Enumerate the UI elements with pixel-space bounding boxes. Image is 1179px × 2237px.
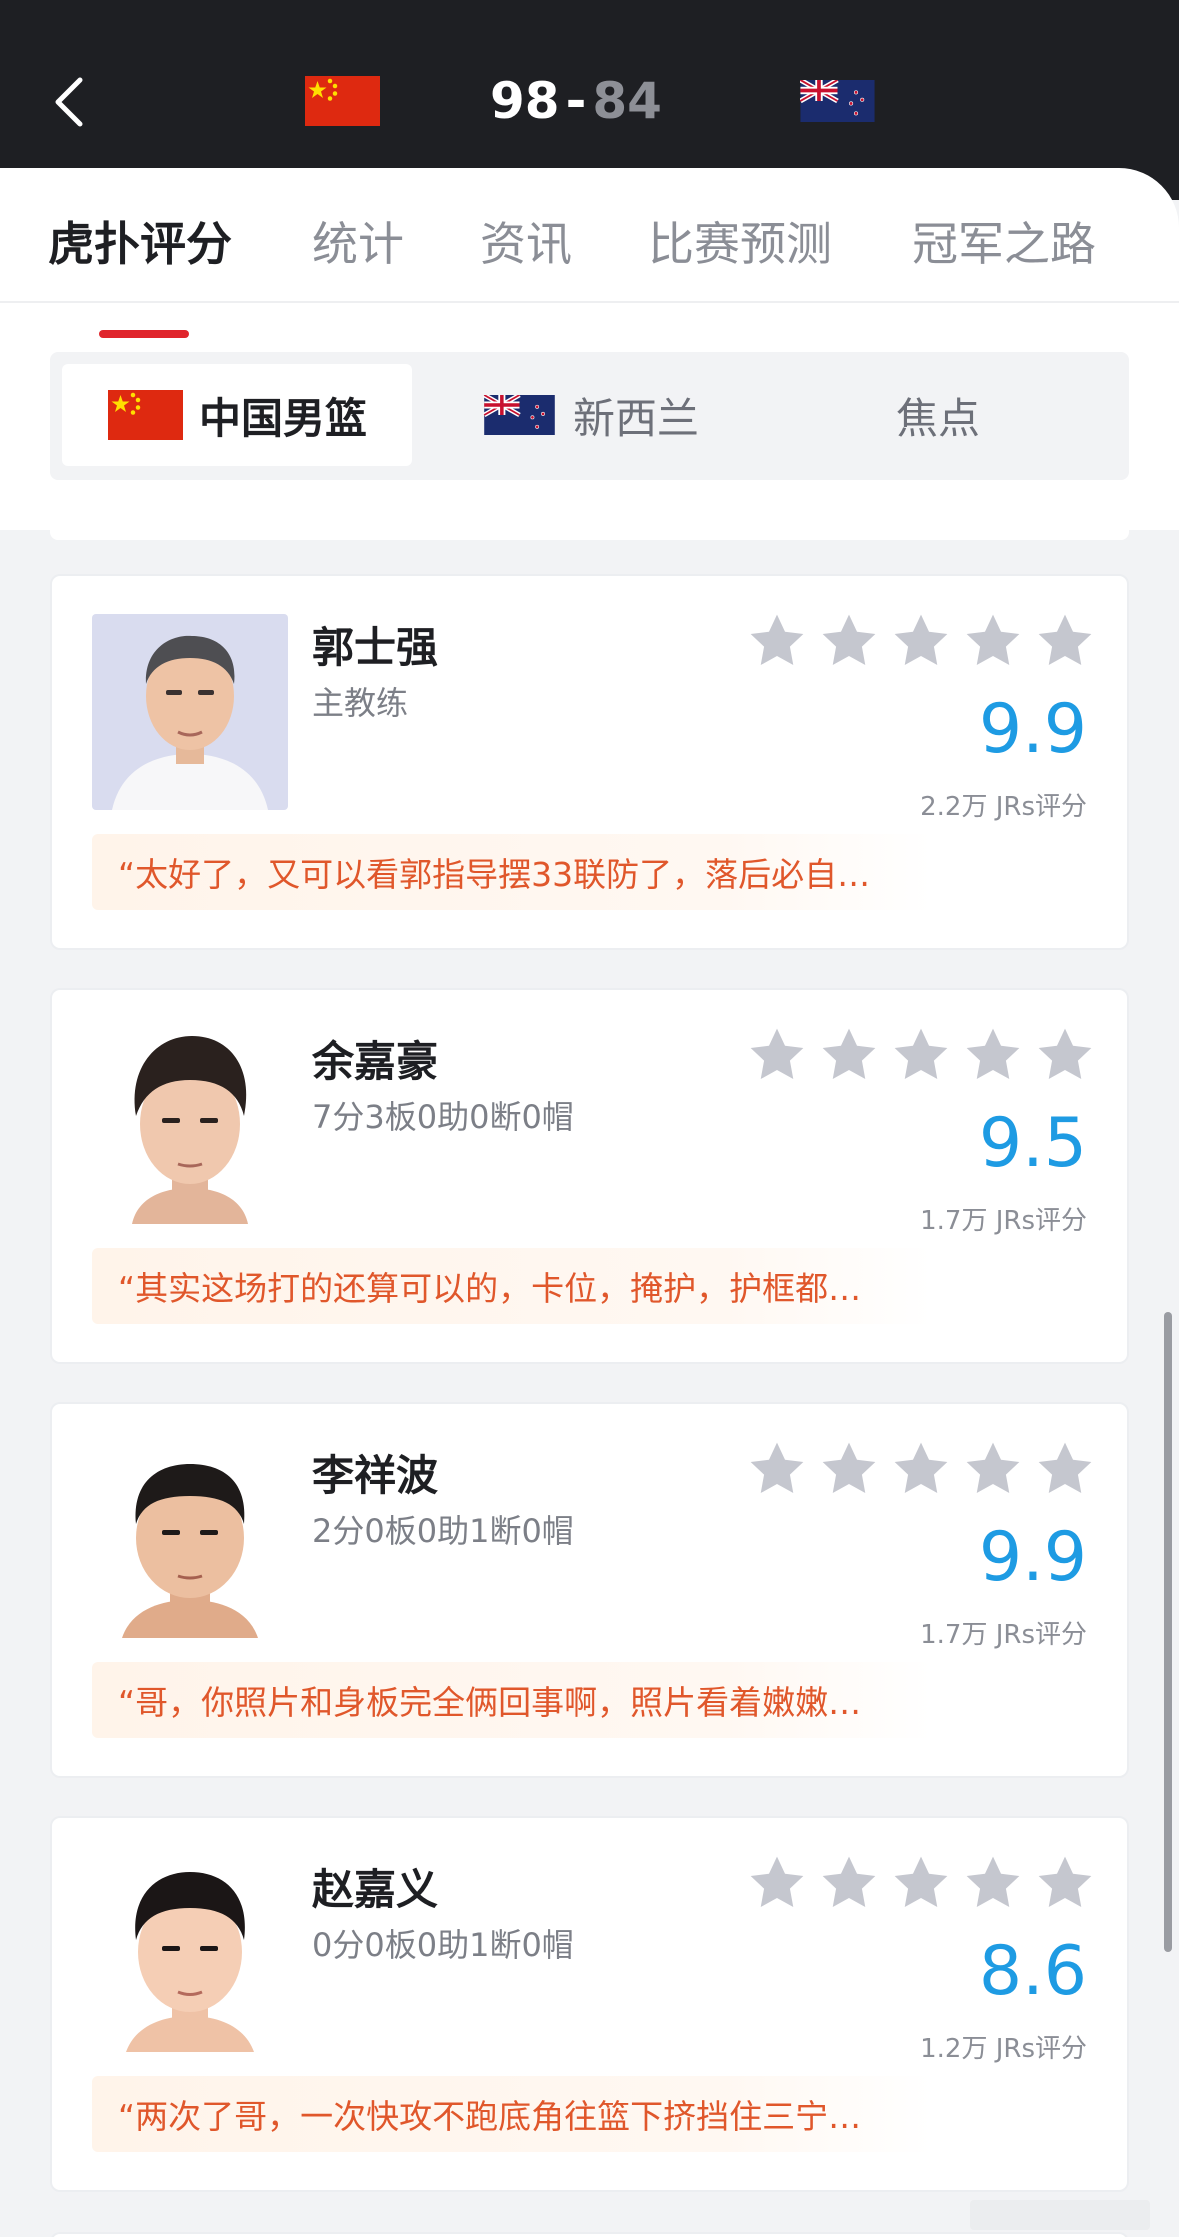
list-top-edge (50, 530, 1129, 540)
star-rating[interactable] (746, 1438, 1096, 1500)
star-icon[interactable] (1034, 1024, 1096, 1086)
player-photo (92, 1442, 288, 1638)
star-icon[interactable] (818, 1438, 880, 1500)
segment-new-zealand[interactable]: 新西兰 (482, 364, 782, 466)
tab-news[interactable]: 资讯 (480, 208, 572, 274)
china-flag-icon (108, 390, 183, 440)
player-card[interactable]: 李祥波 2分0板0助1断0帽 9.9 1.7万 JRs评分 “哥，你照片和身板完… (50, 1402, 1129, 1778)
star-icon[interactable] (890, 1852, 952, 1914)
chevron-left-icon[interactable] (50, 72, 90, 132)
segment-focus[interactable]: 焦点 (896, 364, 1046, 466)
star-icon[interactable] (818, 1024, 880, 1086)
watermark (970, 2200, 1150, 2230)
player-role: 主教练 (312, 684, 409, 722)
next-card-edge (50, 2232, 1129, 2237)
star-icon[interactable] (890, 1438, 952, 1500)
coach-photo (92, 614, 288, 810)
segment-china[interactable]: 中国男篮 (62, 364, 412, 466)
player-stats: 7分3板0助0断0帽 (312, 1098, 574, 1136)
person-portrait-icon (92, 1442, 288, 1638)
person-portrait-icon (92, 614, 288, 810)
star-icon[interactable] (746, 610, 808, 672)
rating-count: 1.7万 JRs评分 (920, 1620, 1087, 1650)
player-name: 李祥波 (312, 1451, 439, 1500)
person-portrait-icon (92, 1028, 288, 1224)
star-icon[interactable] (962, 610, 1024, 672)
player-card[interactable]: 赵嘉义 0分0板0助1断0帽 8.6 1.2万 JRs评分 “两次了哥，一次快攻… (50, 1816, 1129, 2192)
new-zealand-flag-icon (483, 395, 555, 435)
star-rating[interactable] (746, 1024, 1096, 1086)
tabs-divider (0, 301, 1179, 303)
scrollbar[interactable] (1164, 1312, 1172, 1952)
tab-hupu-rating[interactable]: 虎扑评分 (48, 208, 232, 274)
segment-china-label: 中国男篮 (199, 393, 368, 443)
player-stats: 2分0板0助1断0帽 (312, 1512, 574, 1550)
rating-score: 9.9 (978, 1518, 1087, 1597)
rating-score: 9.9 (978, 690, 1087, 769)
active-tab-indicator (99, 330, 189, 338)
tabs-panel: 虎扑评分 统计 资讯 比赛预测 冠军之路 中国男篮 新西兰 焦点 (0, 168, 1179, 530)
star-icon[interactable] (962, 1438, 1024, 1500)
rating-count: 1.2万 JRs评分 (920, 2034, 1087, 2064)
top-comment[interactable]: “其实这场打的还算可以的，卡位，掩护，护框都… (92, 1248, 932, 1324)
star-icon[interactable] (1034, 610, 1096, 672)
top-comment[interactable]: “太好了，又可以看郭指导摆33联防了，落后必自… (92, 834, 932, 910)
star-icon[interactable] (818, 610, 880, 672)
star-icon[interactable] (962, 1852, 1024, 1914)
star-icon[interactable] (1034, 1438, 1096, 1500)
score-separator: - (565, 72, 587, 130)
tab-prediction[interactable]: 比赛预测 (648, 208, 832, 274)
top-comment[interactable]: “哥，你照片和身板完全俩回事啊，照片看着嫩嫩… (92, 1662, 932, 1738)
home-score: 98 (490, 72, 560, 130)
tab-bar: 虎扑评分 统计 资讯 比赛预测 冠军之路 (0, 208, 1179, 338)
away-score: 84 (592, 72, 662, 130)
player-photo (92, 1028, 288, 1224)
star-rating[interactable] (746, 1852, 1096, 1914)
segment-new-zealand-label: 新西兰 (573, 393, 700, 443)
tab-stats[interactable]: 统计 (312, 208, 404, 274)
player-name: 赵嘉义 (312, 1865, 439, 1914)
match-score: 98-84 (490, 72, 690, 142)
player-name: 余嘉豪 (312, 1037, 439, 1086)
star-icon[interactable] (890, 610, 952, 672)
rating-count: 1.7万 JRs评分 (920, 1206, 1087, 1236)
star-icon[interactable] (962, 1024, 1024, 1086)
top-comment[interactable]: “两次了哥，一次快攻不跑底角往篮下挤挡住三宁… (92, 2076, 932, 2152)
rating-count: 2.2万 JRs评分 (920, 792, 1087, 822)
star-icon[interactable] (746, 1024, 808, 1086)
star-icon[interactable] (746, 1852, 808, 1914)
star-icon[interactable] (1034, 1852, 1096, 1914)
star-icon[interactable] (746, 1438, 808, 1500)
rating-score: 9.5 (978, 1104, 1087, 1183)
segment-focus-label: 焦点 (896, 393, 981, 443)
china-flag-icon (305, 76, 380, 126)
new-zealand-flag-icon (800, 80, 875, 122)
star-rating[interactable] (746, 610, 1096, 672)
person-portrait-icon (92, 1856, 288, 2052)
rating-score: 8.6 (978, 1932, 1087, 2011)
player-card[interactable]: 郭士强 主教练 9.9 2.2万 JRs评分 “太好了，又可以看郭指导摆33联防… (50, 574, 1129, 950)
player-stats: 0分0板0助1断0帽 (312, 1926, 574, 1964)
star-icon[interactable] (890, 1024, 952, 1086)
star-icon[interactable] (818, 1852, 880, 1914)
team-segment-control: 中国男篮 新西兰 焦点 (50, 352, 1129, 480)
player-card[interactable]: 余嘉豪 7分3板0助0断0帽 9.5 1.7万 JRs评分 “其实这场打的还算可… (50, 988, 1129, 1364)
player-photo (92, 1856, 288, 2052)
tab-champion-road[interactable]: 冠军之路 (912, 208, 1096, 274)
player-name: 郭士强 (312, 623, 439, 672)
